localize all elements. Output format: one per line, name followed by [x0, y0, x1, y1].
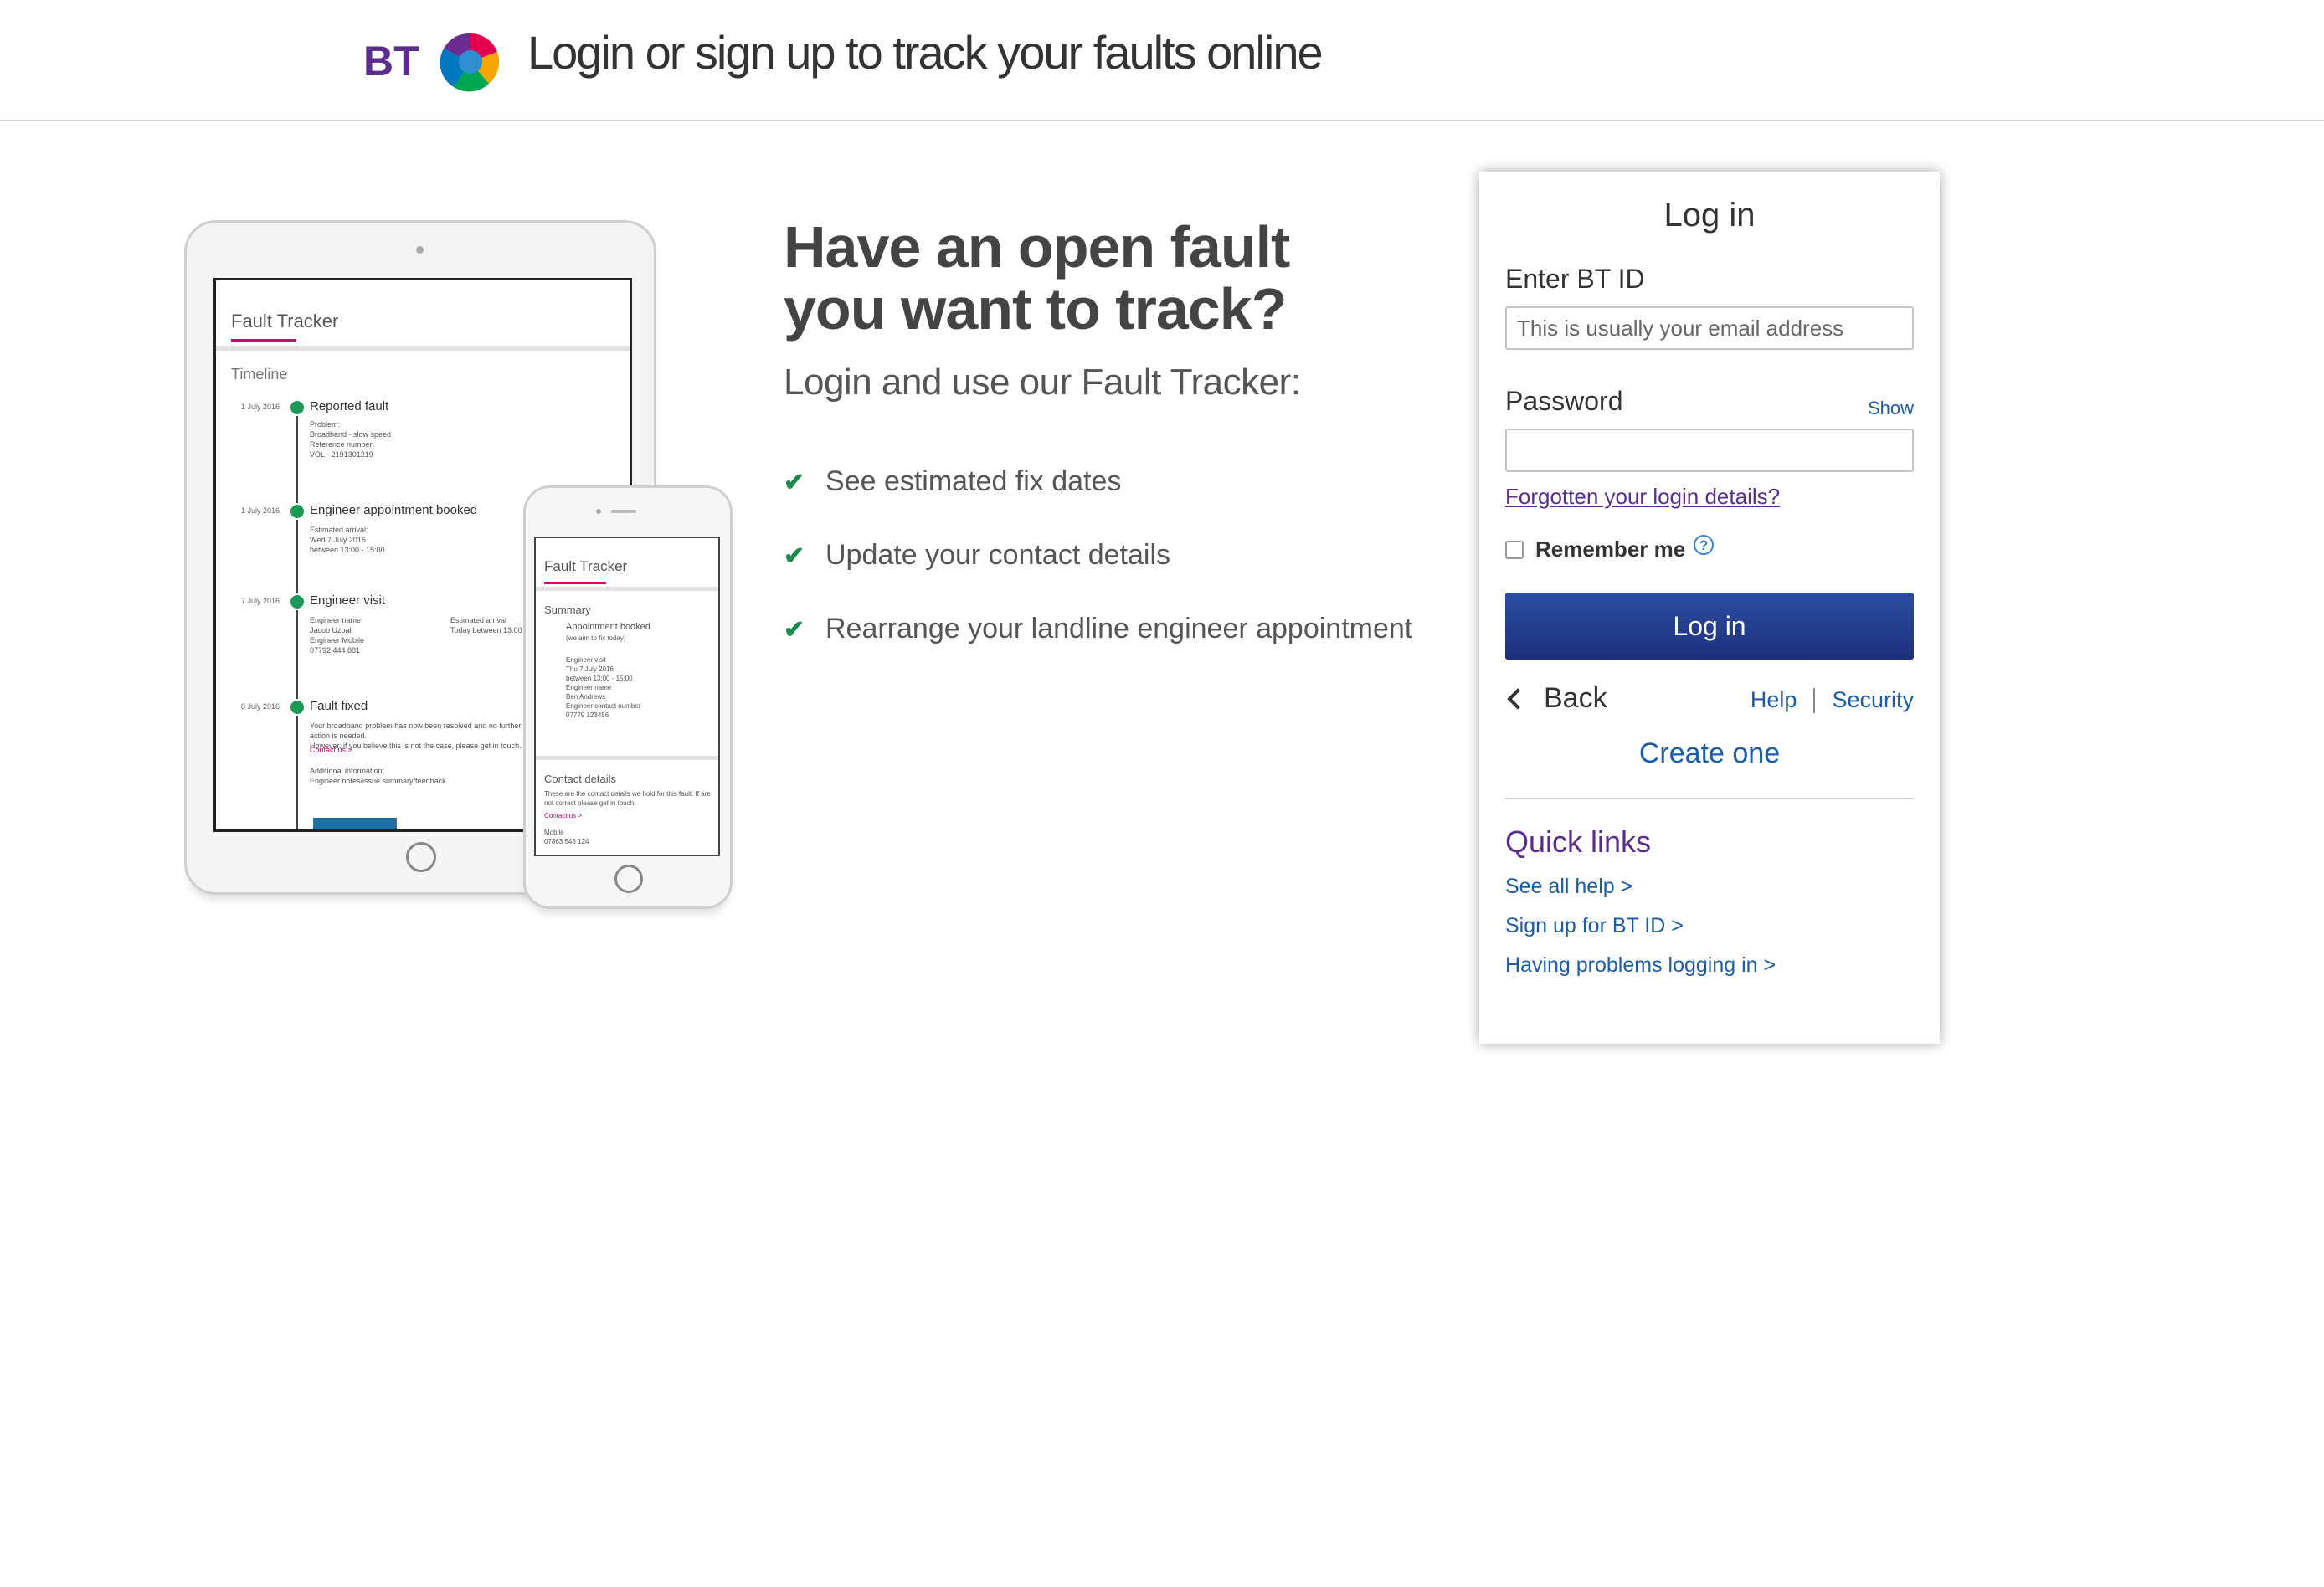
password-label: Password [1505, 386, 1623, 416]
timeline-heading: Fault fixed [310, 699, 368, 713]
timeline-text: Engineer name Jacob Uzoall Engineer Mobi… [310, 616, 365, 655]
timeline-extra: Additional information: Engineer notes/i… [310, 767, 449, 785]
phone-speaker [611, 510, 636, 513]
tracker-title: Fault Tracker [231, 311, 339, 331]
tracker-underline [231, 339, 296, 342]
phone-contact-text: These are the contact details we hold fo… [544, 790, 711, 807]
page-title: Login or sign up to track your faults on… [527, 26, 1324, 79]
password-input[interactable] [1505, 429, 1914, 472]
phone-mockup: Fault Tracker Summary Appointment booked… [523, 485, 733, 909]
feature-label: Update your contact details [825, 539, 1171, 571]
timeline-heading: Engineer appointment booked [310, 503, 478, 517]
forgot-login-link[interactable]: Forgotten your login details? [1505, 484, 1780, 510]
phone-tracker-rule [536, 587, 718, 591]
phone-tracker-title: Fault Tracker [544, 558, 628, 574]
timeline-text: Problem: Broadband - slow speed Referenc… [310, 420, 392, 459]
show-password-link[interactable]: Show [1868, 398, 1914, 419]
phone-rule [536, 756, 718, 760]
promo-subheading: Login and use our Fault Tracker: [784, 362, 1301, 403]
feature-item: ✔ See estimated fix dates [784, 465, 1121, 498]
quick-link-see-all-help[interactable]: See all help > [1505, 875, 1632, 899]
security-link[interactable]: Security [1832, 687, 1914, 713]
bt-logo-icon[interactable]: BT [363, 23, 506, 97]
timeline-date: 1 July 2016 [241, 506, 280, 515]
timeline-date: 1 July 2016 [241, 403, 280, 411]
timeline-dot [289, 699, 306, 716]
feature-item: ✔ Update your contact details [784, 539, 1170, 572]
timeline-label: Timeline [231, 366, 288, 383]
svg-text:BT: BT [363, 38, 419, 85]
back-link[interactable]: Back [1505, 682, 1607, 715]
login-panel: Log in Enter BT ID Password Show Forgott… [1479, 172, 1940, 1044]
tracker-rule [216, 346, 630, 351]
back-label[interactable]: Back [1544, 682, 1607, 715]
btid-input[interactable] [1505, 306, 1914, 350]
timeline-dot [289, 503, 306, 520]
tablet-home-button [406, 842, 436, 872]
create-account-link[interactable]: Create one [1479, 737, 1940, 770]
phone-camera [596, 509, 601, 514]
phone-summary-label: Summary [544, 603, 591, 616]
quick-link-sign-up[interactable]: Sign up for BT ID > [1505, 914, 1684, 938]
phone-tracker-underline [544, 582, 606, 584]
phone-home-button [614, 865, 643, 893]
devices-illustration: Fault Tracker Timeline 1 July 2016 Repor… [159, 213, 762, 917]
help-question-icon[interactable]: ? [1694, 534, 1715, 555]
quick-links-title: Quick links [1505, 824, 1652, 859]
feature-item: ✔ Rearrange your landline engineer appoin… [784, 613, 1412, 645]
remember-me-label[interactable]: Remember me [1535, 537, 1685, 562]
check-icon: ✔ [784, 542, 805, 570]
login-button[interactable]: Log in [1505, 593, 1914, 660]
panel-divider [1505, 798, 1914, 799]
help-security-links: Help Security [1751, 687, 1914, 713]
btid-label: Enter BT ID [1505, 264, 1645, 294]
remember-me-checkbox[interactable] [1505, 540, 1524, 559]
timeline-heading: Reported fault [310, 399, 389, 413]
chevron-left-icon [1507, 687, 1529, 710]
phone-contact-title: Contact details [544, 773, 616, 785]
phone-mobile: Mobile 07863 543 124 [544, 829, 589, 845]
phone-contact-link: Contact us > [544, 812, 583, 819]
timeline-dot [289, 593, 306, 610]
login-title: Log in [1663, 197, 1756, 234]
timeline-date: 7 July 2016 [241, 597, 280, 605]
page-header: BT Login or sign up to track your faults… [0, 0, 2324, 121]
feature-label: See estimated fix dates [825, 465, 1122, 497]
check-icon: ✔ [784, 469, 805, 496]
phone-appointment: Appointment booked [566, 622, 650, 632]
remember-me: Remember me ? [1505, 534, 1715, 562]
tablet-camera [416, 246, 424, 254]
timeline-text: Estimated arrival: Wed 7 July 2016 betwe… [310, 526, 385, 554]
check-icon: ✔ [784, 616, 805, 644]
timeline-dot [289, 399, 306, 416]
phone-appointment-note: (we aim to fix today) [566, 634, 626, 642]
timeline-button [313, 818, 397, 829]
timeline-heading: Engineer visit [310, 593, 386, 608]
quick-link-login-problems[interactable]: Having problems logging in > [1505, 953, 1776, 978]
feature-label: Rearrange your landline engineer appoint… [825, 613, 1413, 645]
link-separator [1813, 687, 1816, 713]
help-link[interactable]: Help [1751, 687, 1797, 713]
timeline-date: 8 July 2016 [241, 702, 280, 711]
timeline-line [296, 402, 298, 829]
phone-screen: Fault Tracker Summary Appointment booked… [534, 537, 720, 856]
phone-details: Engineer visit Thu 7 July 2016 between 1… [566, 656, 641, 719]
timeline-contact-link: Contact us > [310, 746, 352, 754]
promo-heading: Have an open fault you want to track? [784, 214, 1290, 342]
